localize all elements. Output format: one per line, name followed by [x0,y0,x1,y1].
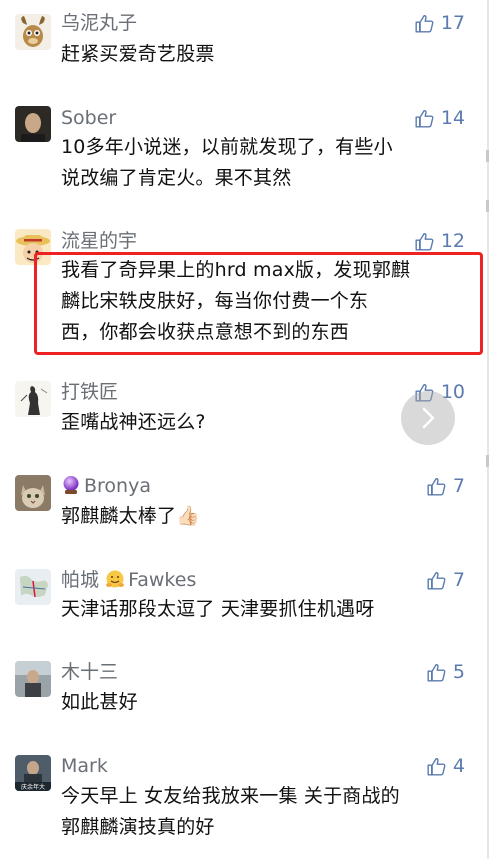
chevron-right-icon [422,407,435,429]
username[interactable]: 乌泥丸子 [61,11,137,35]
username[interactable]: Bronya [61,474,151,498]
username-suffix: Fawkes [128,569,197,591]
street-photo-avatar-icon [15,661,51,697]
thumbs-up-icon [427,757,446,776]
username-text: 木十三 [61,661,119,683]
like-button[interactable]: 7 [426,474,465,498]
like-button[interactable]: 14 [414,106,465,130]
like-count: 7 [452,475,465,497]
comment-text: 10多年小说迷，以前就发现了，有些小 说改编了肯定火。果不其然 [61,136,393,189]
like-count: 14 [440,107,465,129]
like-button[interactable]: 5 [426,660,465,684]
movie-poster-avatar-icon: 庆余年大 [15,755,51,791]
thumbs-up-icon [415,14,434,33]
next-button[interactable] [401,391,455,445]
like-count: 4 [452,755,465,777]
username-text: 流星的宇 [61,230,138,252]
username[interactable]: Sober [61,106,116,130]
map-avatar-icon [15,569,51,605]
thumbs-up-icon [415,232,434,251]
username[interactable]: 帕城 Fawkes [61,568,196,592]
comment-text: 郭麒麟太棒了👍🏻 [61,505,201,527]
username[interactable]: 打铁匠 [61,380,118,404]
username[interactable]: Mark [61,754,108,778]
username-text: 乌泥丸子 [61,12,138,34]
cat-photo-avatar-icon [15,475,51,511]
cartoon-goat-avatar-icon [15,14,51,50]
like-button[interactable]: 17 [414,11,465,35]
ink-figure-avatar-icon [15,381,51,417]
comment-text: 赶紧买爱奇艺股票 [61,43,215,65]
avatar[interactable] [15,569,51,605]
like-count: 17 [440,12,465,34]
avatar[interactable] [15,106,51,142]
like-count: 12 [440,230,465,252]
username-text: Sober [61,107,117,129]
comment-text: 今天早上 女友给我放来一集 关于商战的 郭麒麟演技真的好 [61,785,400,838]
avatar[interactable] [15,475,51,511]
comment-text: 天津话那段太逗了 天津要抓住机遇呀 [61,598,375,620]
like-count: 5 [452,661,465,683]
hugging-face-icon [106,570,125,588]
portrait-photo-avatar-icon [15,106,51,142]
username-text: Mark [61,755,108,777]
thumbs-up-icon [415,109,434,128]
username-text: 打铁匠 [61,381,119,403]
thumbs-up-icon [427,571,446,590]
avatar[interactable] [15,14,51,50]
username[interactable]: 流星的宇 [61,229,137,253]
like-button[interactable]: 12 [414,229,465,253]
highlight-box [34,252,483,355]
avatar[interactable] [15,661,51,697]
avatar-caption: 庆余年大 [21,783,45,791]
crystal-ball-icon [63,476,79,494]
username-text: 帕城 [61,569,100,591]
thumbs-up-icon [427,663,446,682]
thumbs-up-icon [427,477,446,496]
like-button[interactable]: 4 [426,754,465,778]
username-text: Bronya [84,475,151,497]
username[interactable]: 木十三 [61,660,118,684]
like-button[interactable]: 7 [426,568,465,592]
avatar[interactable]: 庆余年大 [15,755,51,791]
avatar[interactable] [15,381,51,417]
comment-text: 如此甚好 [61,691,138,713]
like-count: 7 [452,569,465,591]
